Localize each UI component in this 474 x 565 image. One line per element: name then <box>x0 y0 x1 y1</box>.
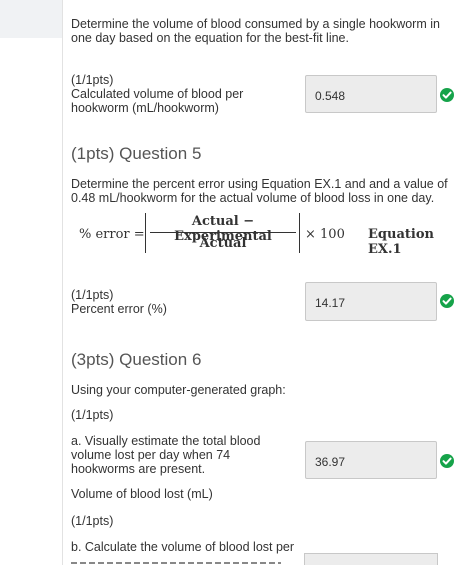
equation-multiplier: × 100 <box>305 227 345 242</box>
q6-title: (3pts) Question 6 <box>71 350 202 369</box>
left-gutter <box>0 0 62 565</box>
abs-bar-right <box>299 213 300 253</box>
q6-a-unit: Volume of blood lost (mL) <box>71 487 213 501</box>
clipped-text-row <box>63 560 293 565</box>
q5-answer-field[interactable]: 14.17 <box>305 282 437 321</box>
q4-label: Calculated volume of blood per hookworm … <box>71 87 244 115</box>
q5-prompt: Determine the percent error using Equati… <box>71 177 448 205</box>
q6-b-answer-field[interactable] <box>304 553 438 565</box>
question-panel: Determine the volume of blood consumed b… <box>63 0 474 565</box>
check-icon <box>440 454 454 468</box>
q6-a-label: a. Visually estimate the total blood vol… <box>71 434 261 476</box>
q6-prompt: Using your computer-generated graph: <box>71 383 286 397</box>
q6-b-label: b. Calculate the volume of blood lost pe… <box>71 540 295 554</box>
check-icon <box>440 88 454 102</box>
q6-a-answer-field[interactable]: 36.97 <box>305 441 437 479</box>
equation-ex1: % error = Actual − Experimental Actual ×… <box>79 213 459 257</box>
abs-bar-left <box>145 213 146 253</box>
q5-title: (1pts) Question 5 <box>71 144 202 163</box>
fraction-line <box>150 232 296 233</box>
q5-label: Percent error (%) <box>71 302 167 316</box>
intro-text: Determine the volume of blood consumed b… <box>71 17 440 45</box>
q4-answer-field[interactable]: 0.548 <box>305 75 437 113</box>
equation-lhs: % error = <box>79 227 145 242</box>
q4-points: (1/1pts) <box>71 73 114 87</box>
q5-points: (1/1pts) <box>71 288 114 302</box>
check-icon <box>440 294 454 308</box>
left-nav-tab[interactable] <box>0 0 62 38</box>
equation-tag: Equation EX.1 <box>368 227 434 257</box>
equation-denominator: Actual <box>199 236 247 251</box>
q6-points-b: (1/1pts) <box>71 514 114 528</box>
q6-points-a: (1/1pts) <box>71 408 114 422</box>
clipped-text <box>71 562 281 564</box>
